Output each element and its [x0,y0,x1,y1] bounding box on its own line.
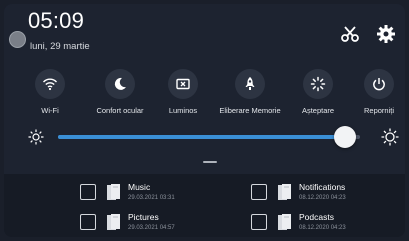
list-item[interactable]: Pictures 29.03.2021 04:57 [80,212,230,237]
moon-icon [105,69,135,99]
clock-date: luni, 29 martie [30,41,90,52]
tile-restart[interactable]: Reporniți [344,66,405,128]
tile-free-memory[interactable]: Eliberare Memorie [215,66,285,128]
clock-time: 05:09 [28,8,85,33]
brightness-slider-thumb[interactable] [333,126,356,148]
item-date: 29.03.2021 03:31 [128,195,175,201]
item-checkbox[interactable] [251,214,267,230]
tile-label: Eliberare Memorie [219,106,281,115]
list-item[interactable]: Music 29.03.2021 03:31 [80,182,230,208]
item-checkbox[interactable] [251,184,267,200]
tile-luminos[interactable]: Luminos [148,66,218,128]
item-checkbox[interactable] [80,184,96,200]
power-icon [364,69,394,99]
folder-icon [277,213,293,231]
tile-label: Confort ocular [96,106,144,115]
folder-icon [277,183,293,201]
tile-label: Reporniți [363,106,394,115]
item-name: Notifications [299,182,346,192]
tile-standby[interactable]: Așteptare [283,66,353,128]
brightness-slider-fill [58,135,345,139]
file-list: Music 29.03.2021 03:31 Notifications 08.… [4,174,405,237]
item-date: 08.12.2020 04:23 [299,225,346,231]
tile-eye-comfort[interactable]: Confort ocular [85,66,155,128]
screen-cast-icon [168,69,198,99]
list-item[interactable]: Podcasts 08.12.2020 04:23 [251,212,401,237]
sun-large-icon [381,128,399,146]
item-date: 08.12.2020 04:23 [299,195,346,201]
folder-icon [106,183,122,201]
item-name: Music [128,182,151,192]
gear-icon[interactable] [376,24,396,44]
tile-label: Wi-Fi [41,106,59,115]
tile-wifi[interactable]: Wi-Fi [15,66,85,128]
scissors-icon[interactable] [340,24,360,44]
brightness-slider[interactable] [58,126,360,148]
rocket-icon [235,69,265,99]
quick-tiles-row: Wi-Fi Confort ocular Luminos Eliberare M… [4,66,405,128]
item-name: Podcasts [299,212,334,222]
quick-settings-panel: 05:09 luni, 29 martie Wi-Fi Confort ocul… [4,4,405,174]
device-screen: 05:09 luni, 29 martie Wi-Fi Confort ocul… [4,4,405,237]
loading-icon [303,69,333,99]
item-checkbox[interactable] [80,214,96,230]
item-date: 29.03.2021 04:57 [128,225,175,231]
panel-drag-handle[interactable] [203,161,217,163]
item-name: Pictures [128,212,159,222]
floating-dot[interactable] [9,31,26,48]
list-item[interactable]: Notifications 08.12.2020 04:23 [251,182,401,208]
folder-icon [106,213,122,231]
tile-label: Așteptare [301,106,335,115]
wifi-icon [35,69,65,99]
sun-small-icon [27,128,45,146]
tile-label: Luminos [168,106,198,115]
